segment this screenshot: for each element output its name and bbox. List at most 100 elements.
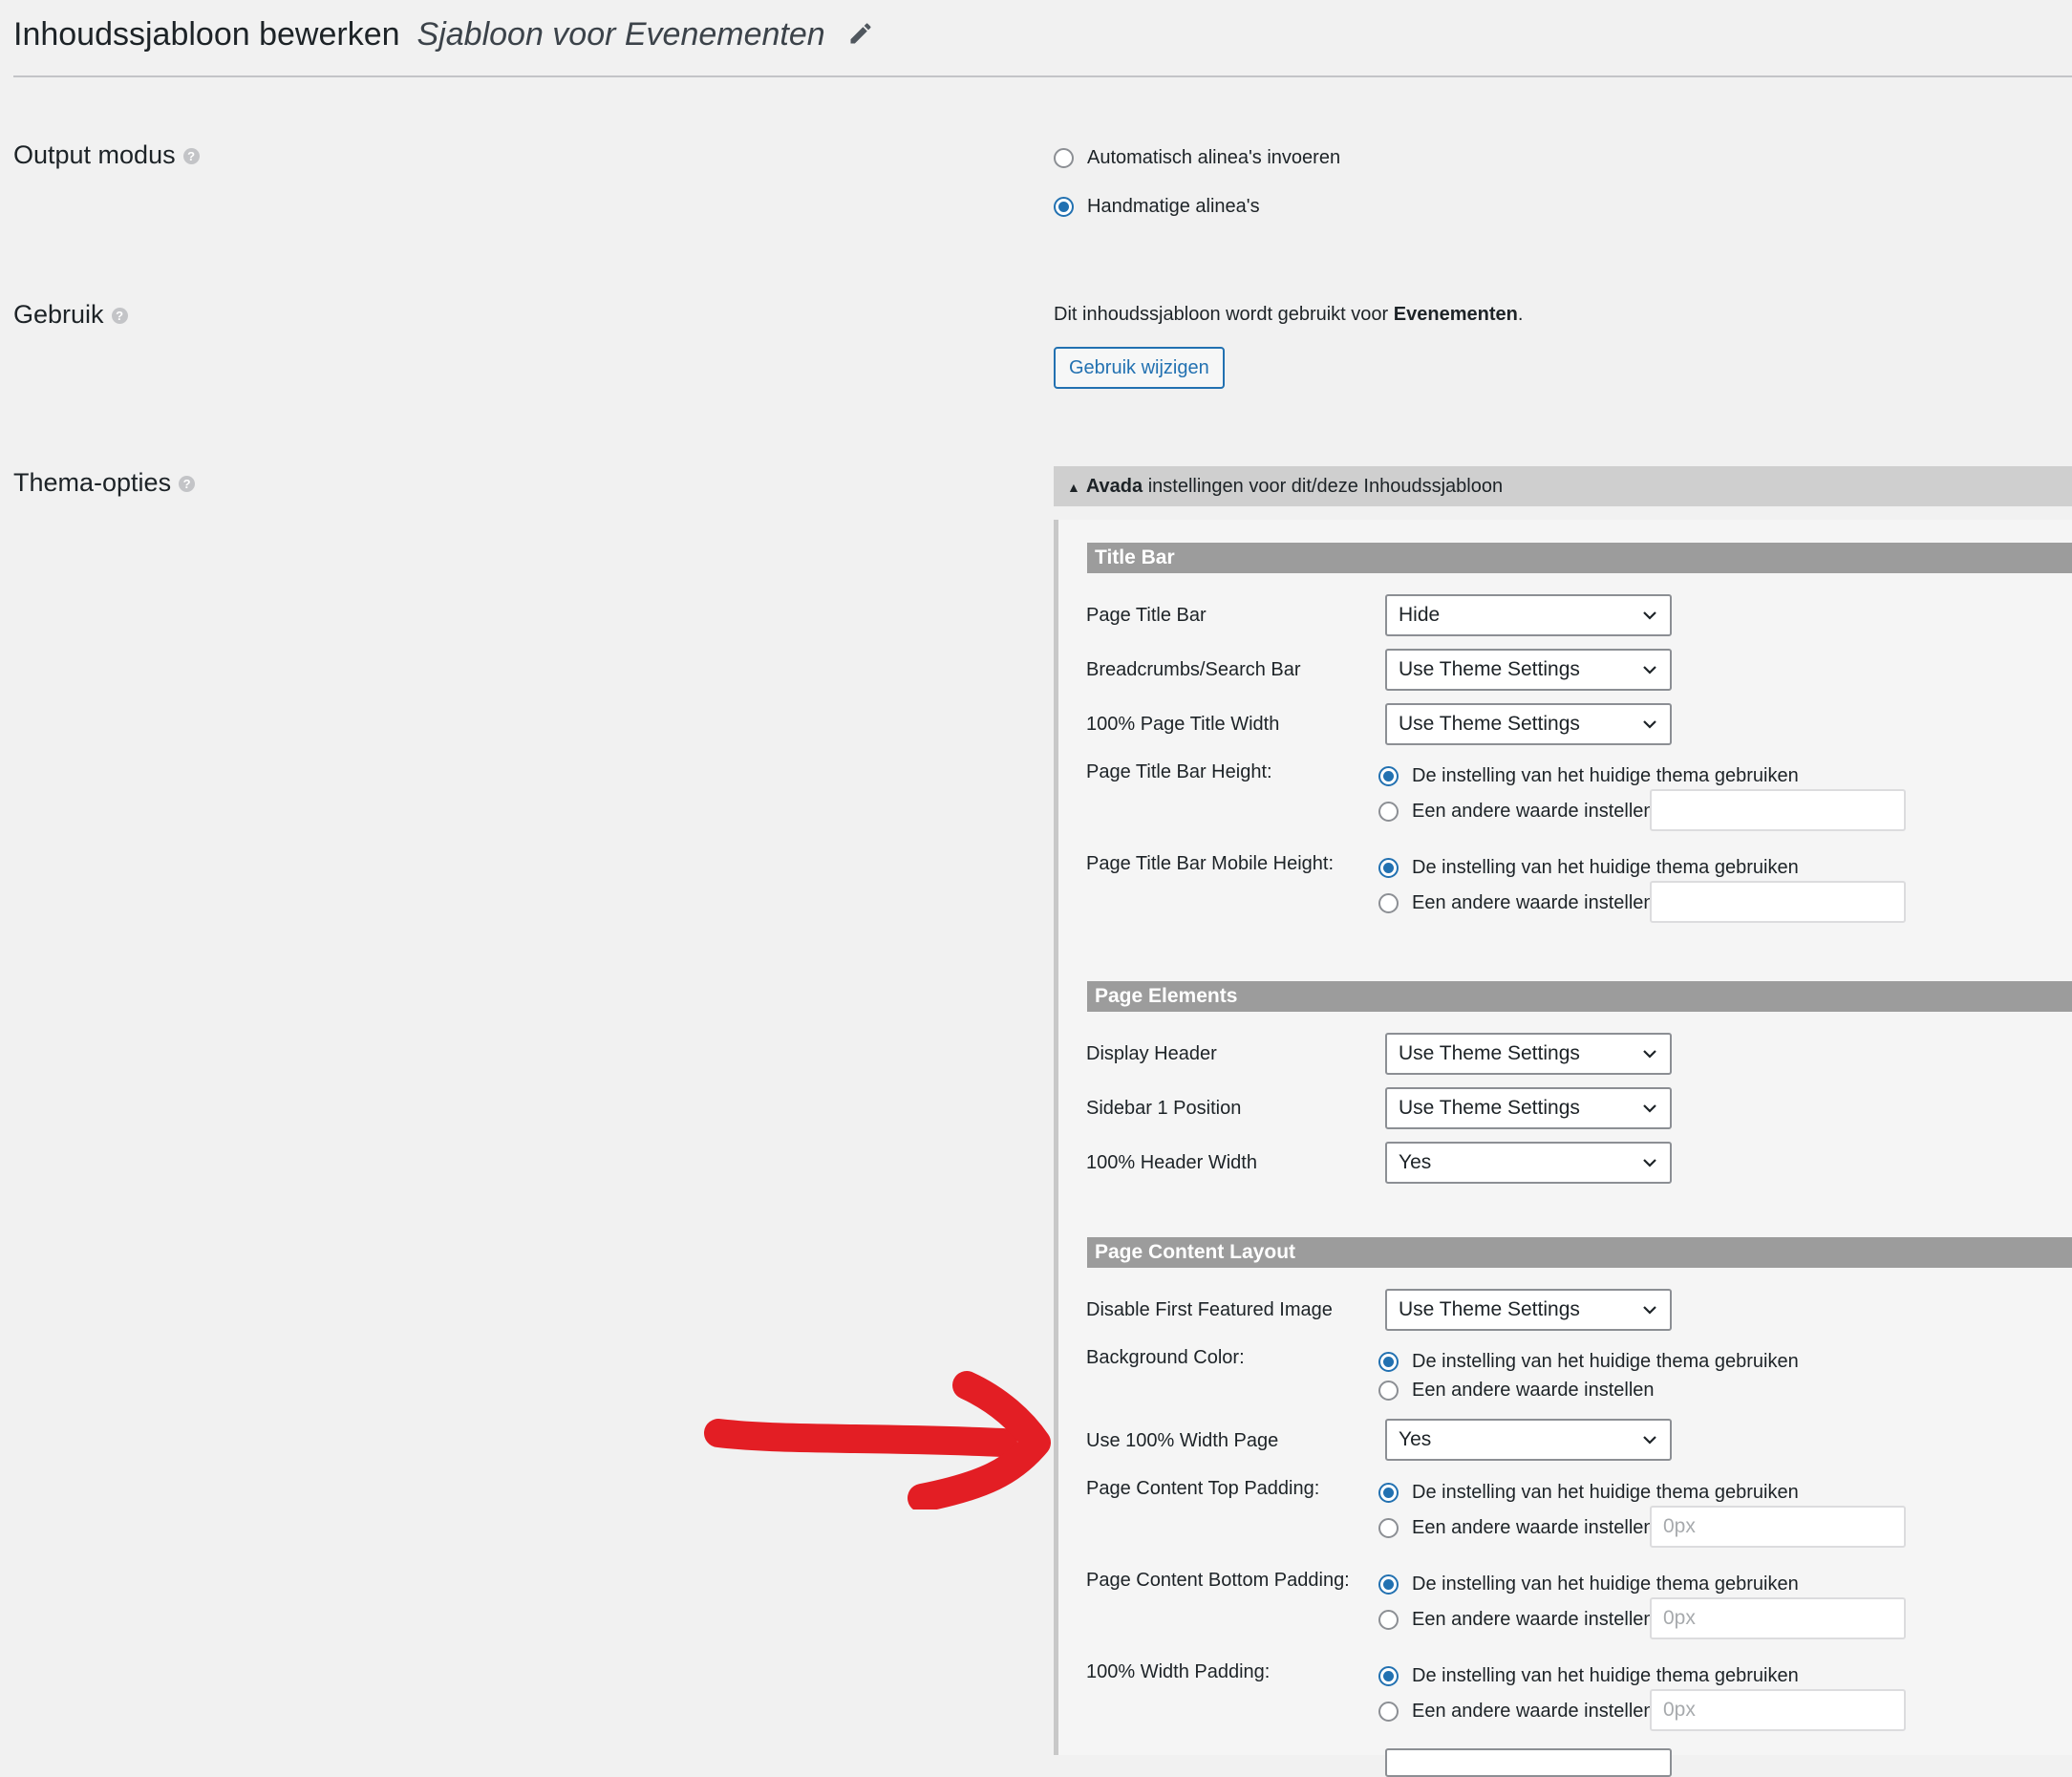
top-padding-custom-option[interactable]: Een andere waarde instellen	[1378, 1515, 1655, 1540]
usage-target: Evenementen	[1393, 304, 1518, 325]
radio-theme-setting[interactable]	[1378, 1482, 1399, 1503]
bar-height-input[interactable]	[1650, 789, 1906, 831]
bottom-padding-label: Page Content Bottom Padding:	[1086, 1570, 1350, 1591]
chevron-down-icon	[1643, 1104, 1656, 1113]
radio-theme-label: De instelling van het huidige thema gebr…	[1412, 1351, 1799, 1372]
width-padding-theme-option[interactable]: De instelling van het huidige thema gebr…	[1378, 1663, 1799, 1688]
chevron-down-icon	[1643, 611, 1656, 620]
bar-mobile-height-custom-option[interactable]: Een andere waarde instellen	[1378, 890, 1655, 915]
chevron-down-icon	[1643, 1050, 1656, 1059]
next-select-partial[interactable]	[1385, 1748, 1672, 1777]
full-width-select[interactable]: Yes	[1385, 1419, 1672, 1461]
output-mode-label-text: Output modus	[13, 140, 176, 169]
radio-custom-value[interactable]	[1378, 1609, 1399, 1630]
radio-custom-value[interactable]	[1378, 1701, 1399, 1722]
radio-custom-value[interactable]	[1378, 801, 1399, 822]
full-width-label: Use 100% Width Page	[1086, 1430, 1279, 1451]
page-title-bar-label: Page Title Bar	[1086, 605, 1207, 626]
collapse-triangle-icon: ▲	[1067, 480, 1080, 495]
section-content-layout: Page Content Layout	[1087, 1237, 2072, 1268]
annotation-arrow-icon	[704, 1371, 1051, 1509]
radio-theme-setting[interactable]	[1378, 1665, 1399, 1686]
help-icon[interactable]: ?	[111, 308, 128, 325]
disable-featured-label: Disable First Featured Image	[1086, 1299, 1333, 1320]
background-color-label: Background Color:	[1086, 1347, 1245, 1368]
bottom-padding-input[interactable]: 0px	[1650, 1597, 1906, 1639]
bar-height-theme-option[interactable]: De instelling van het huidige thema gebr…	[1378, 763, 1799, 788]
header-width-value: Yes	[1399, 1151, 1432, 1173]
radio-theme-label: De instelling van het huidige thema gebr…	[1412, 1482, 1799, 1503]
radio-auto-paragraphs[interactable]	[1054, 147, 1074, 168]
radio-custom-label: Een andere waarde instellen	[1412, 1517, 1655, 1538]
sidebar-position-select[interactable]: Use Theme Settings	[1385, 1087, 1672, 1129]
radio-theme-label: De instelling van het huidige thema gebr…	[1412, 765, 1799, 786]
page-title-bar-select[interactable]: Hide	[1385, 594, 1672, 636]
disable-featured-select[interactable]: Use Theme Settings	[1385, 1289, 1672, 1331]
output-mode-label: Output modus?	[13, 139, 200, 171]
disable-featured-value: Use Theme Settings	[1399, 1298, 1580, 1320]
bar-height-custom-option[interactable]: Een andere waarde instellen	[1378, 799, 1655, 824]
radio-custom-value[interactable]	[1378, 1517, 1399, 1538]
usage-text-suffix: .	[1517, 304, 1524, 325]
theme-options-label: Thema-opties?	[13, 466, 196, 499]
chevron-down-icon	[1643, 1436, 1656, 1445]
radio-custom-label: Een andere waarde instellen	[1412, 801, 1655, 822]
top-padding-input[interactable]: 0px	[1650, 1506, 1906, 1548]
chevron-down-icon	[1643, 666, 1656, 674]
output-mode-auto-option[interactable]: Automatisch alinea's invoeren	[1054, 145, 1340, 170]
page-title-text: Inhoudssjabloon bewerken	[13, 16, 400, 53]
radio-manual-label: Handmatige alinea's	[1087, 196, 1260, 217]
background-color-theme-option[interactable]: De instelling van het huidige thema gebr…	[1378, 1349, 1799, 1374]
chevron-down-icon	[1643, 1159, 1656, 1167]
radio-custom-label: Een andere waarde instellen	[1412, 1609, 1655, 1630]
top-padding-theme-option[interactable]: De instelling van het huidige thema gebr…	[1378, 1480, 1799, 1505]
help-icon[interactable]: ?	[179, 476, 196, 493]
radio-theme-setting[interactable]	[1378, 857, 1399, 878]
output-mode-manual-option[interactable]: Handmatige alinea's	[1054, 194, 1260, 219]
width-padding-input[interactable]: 0px	[1650, 1689, 1906, 1731]
radio-custom-label: Een andere waarde instellen	[1412, 1701, 1655, 1722]
usage-text-prefix: Dit inhoudssjabloon wordt gebruikt voor	[1054, 304, 1394, 325]
bottom-padding-custom-option[interactable]: Een andere waarde instellen	[1378, 1607, 1655, 1632]
panel-brand: Avada	[1085, 476, 1143, 497]
breadcrumbs-label: Breadcrumbs/Search Bar	[1086, 659, 1301, 680]
title-width-select[interactable]: Use Theme Settings	[1385, 703, 1672, 745]
width-padding-custom-option[interactable]: Een andere waarde instellen	[1378, 1699, 1655, 1723]
bottom-padding-theme-option[interactable]: De instelling van het huidige thema gebr…	[1378, 1572, 1799, 1596]
radio-custom-value[interactable]	[1378, 892, 1399, 913]
radio-theme-setting[interactable]	[1378, 1574, 1399, 1595]
radio-theme-setting[interactable]	[1378, 765, 1399, 786]
bar-mobile-height-theme-option[interactable]: De instelling van het huidige thema gebr…	[1378, 855, 1799, 880]
sidebar-position-value: Use Theme Settings	[1399, 1097, 1580, 1119]
display-header-label: Display Header	[1086, 1043, 1217, 1064]
chevron-down-icon	[1643, 1306, 1656, 1315]
chevron-down-icon	[1643, 720, 1656, 729]
page-title: Inhoudssjabloon bewerken Sjabloon voor Ev…	[13, 13, 874, 57]
full-width-value: Yes	[1399, 1428, 1432, 1450]
radio-manual-paragraphs[interactable]	[1054, 196, 1074, 217]
bar-height-label: Page Title Bar Height:	[1086, 761, 1272, 782]
help-icon[interactable]: ?	[182, 148, 200, 165]
header-width-label: 100% Header Width	[1086, 1152, 1257, 1173]
title-width-label: 100% Page Title Width	[1086, 714, 1280, 735]
background-color-custom-option[interactable]: Een andere waarde instellen	[1378, 1378, 1655, 1402]
radio-custom-value[interactable]	[1378, 1380, 1399, 1401]
display-header-value: Use Theme Settings	[1399, 1042, 1580, 1064]
breadcrumbs-select[interactable]: Use Theme Settings	[1385, 649, 1672, 691]
bar-mobile-height-label: Page Title Bar Mobile Height:	[1086, 853, 1335, 874]
header-width-select[interactable]: Yes	[1385, 1142, 1672, 1184]
template-name: Sjabloon voor Evenementen	[417, 16, 825, 53]
radio-theme-setting[interactable]	[1378, 1351, 1399, 1372]
radio-custom-label: Een andere waarde instellen	[1412, 892, 1655, 913]
change-usage-button[interactable]: Gebruik wijzigen	[1054, 347, 1225, 389]
radio-theme-label: De instelling van het huidige thema gebr…	[1412, 1665, 1799, 1686]
display-header-select[interactable]: Use Theme Settings	[1385, 1033, 1672, 1075]
pencil-icon[interactable]	[847, 15, 874, 57]
usage-label: Gebruik?	[13, 298, 128, 331]
bar-mobile-height-input[interactable]	[1650, 881, 1906, 923]
theme-panel-header[interactable]: ▲ Avada instellingen voor dit/deze Inhoud…	[1054, 466, 2072, 506]
width-padding-label: 100% Width Padding:	[1086, 1661, 1271, 1682]
top-padding-label: Page Content Top Padding:	[1086, 1478, 1320, 1499]
title-width-value: Use Theme Settings	[1399, 713, 1580, 735]
usage-description: Dit inhoudssjabloon wordt gebruikt voor …	[1054, 302, 1523, 327]
